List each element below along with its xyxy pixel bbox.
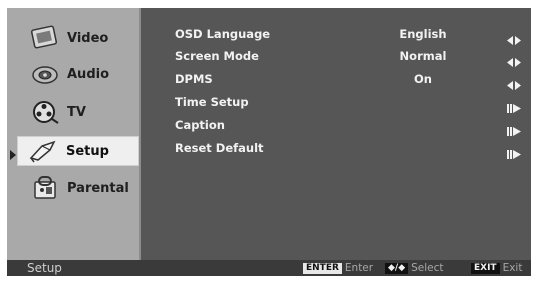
tv-osd-screen: Video Audio TV Setup Parental OSD Langua…: [7, 8, 531, 276]
setting-row-dpms[interactable]: DPMS On: [141, 69, 531, 91]
hint-label: Select: [411, 262, 444, 274]
exit-key-badge: EXIT: [471, 262, 500, 274]
setup-icon: [28, 137, 60, 165]
sidebar-item-label: TV: [67, 104, 86, 120]
setting-name: DPMS: [175, 72, 213, 86]
setting-row-time-setup[interactable]: Time Setup: [141, 92, 531, 114]
setting-value: On: [414, 72, 432, 86]
sidebar-item-setup[interactable]: Setup: [17, 136, 139, 166]
setting-name: Caption: [175, 118, 225, 132]
setting-name: Time Setup: [175, 95, 249, 109]
setting-value: Normal: [399, 49, 447, 63]
hint-enter: ENTER Enter: [303, 262, 373, 274]
setting-row-caption[interactable]: Caption: [141, 115, 531, 137]
setting-name: Reset Default: [175, 141, 264, 155]
sidebar-item-video[interactable]: Video: [7, 20, 139, 56]
hint-label: Exit: [502, 262, 523, 274]
sidebar-item-label: Video: [67, 30, 109, 46]
setup-settings-panel: OSD Language English Screen Mode Normal …: [141, 8, 531, 260]
sidebar-item-parental[interactable]: Parental: [7, 170, 139, 206]
sidebar-item-audio[interactable]: Audio: [7, 56, 139, 92]
sidebar-item-label: Audio: [67, 66, 110, 82]
setting-row-osd-language[interactable]: OSD Language English: [141, 24, 531, 46]
footer-hint-bar: Setup ENTER Enter ◆/◆ Select EXIT Exit: [7, 260, 531, 276]
hint-exit: EXIT Exit: [471, 262, 522, 274]
video-icon: [29, 24, 61, 52]
setting-name: OSD Language: [175, 27, 271, 41]
tv-reel-icon: [29, 98, 61, 126]
category-sidebar: Video Audio TV Setup Parental: [7, 8, 141, 260]
sidebar-item-tv[interactable]: TV: [7, 94, 139, 130]
enter-key-badge: ENTER: [303, 262, 342, 274]
sidebar-item-label: Setup: [66, 143, 109, 159]
setting-row-reset-default[interactable]: Reset Default: [141, 138, 531, 160]
selection-arrow-icon: [10, 150, 16, 160]
setting-row-screen-mode[interactable]: Screen Mode Normal: [141, 46, 531, 68]
audio-icon: [29, 60, 61, 88]
sidebar-item-label: Parental: [67, 180, 129, 196]
footer-menu-title: Setup: [27, 261, 62, 275]
setting-value: English: [399, 27, 447, 41]
enter-submenu-icon[interactable]: [507, 144, 521, 163]
setting-name: Screen Mode: [175, 49, 259, 63]
hint-select: ◆/◆ Select: [385, 262, 444, 274]
arrow-keys-badge: ◆/◆: [385, 262, 409, 274]
hint-label: Enter: [344, 262, 374, 274]
parental-icon: [29, 174, 61, 202]
